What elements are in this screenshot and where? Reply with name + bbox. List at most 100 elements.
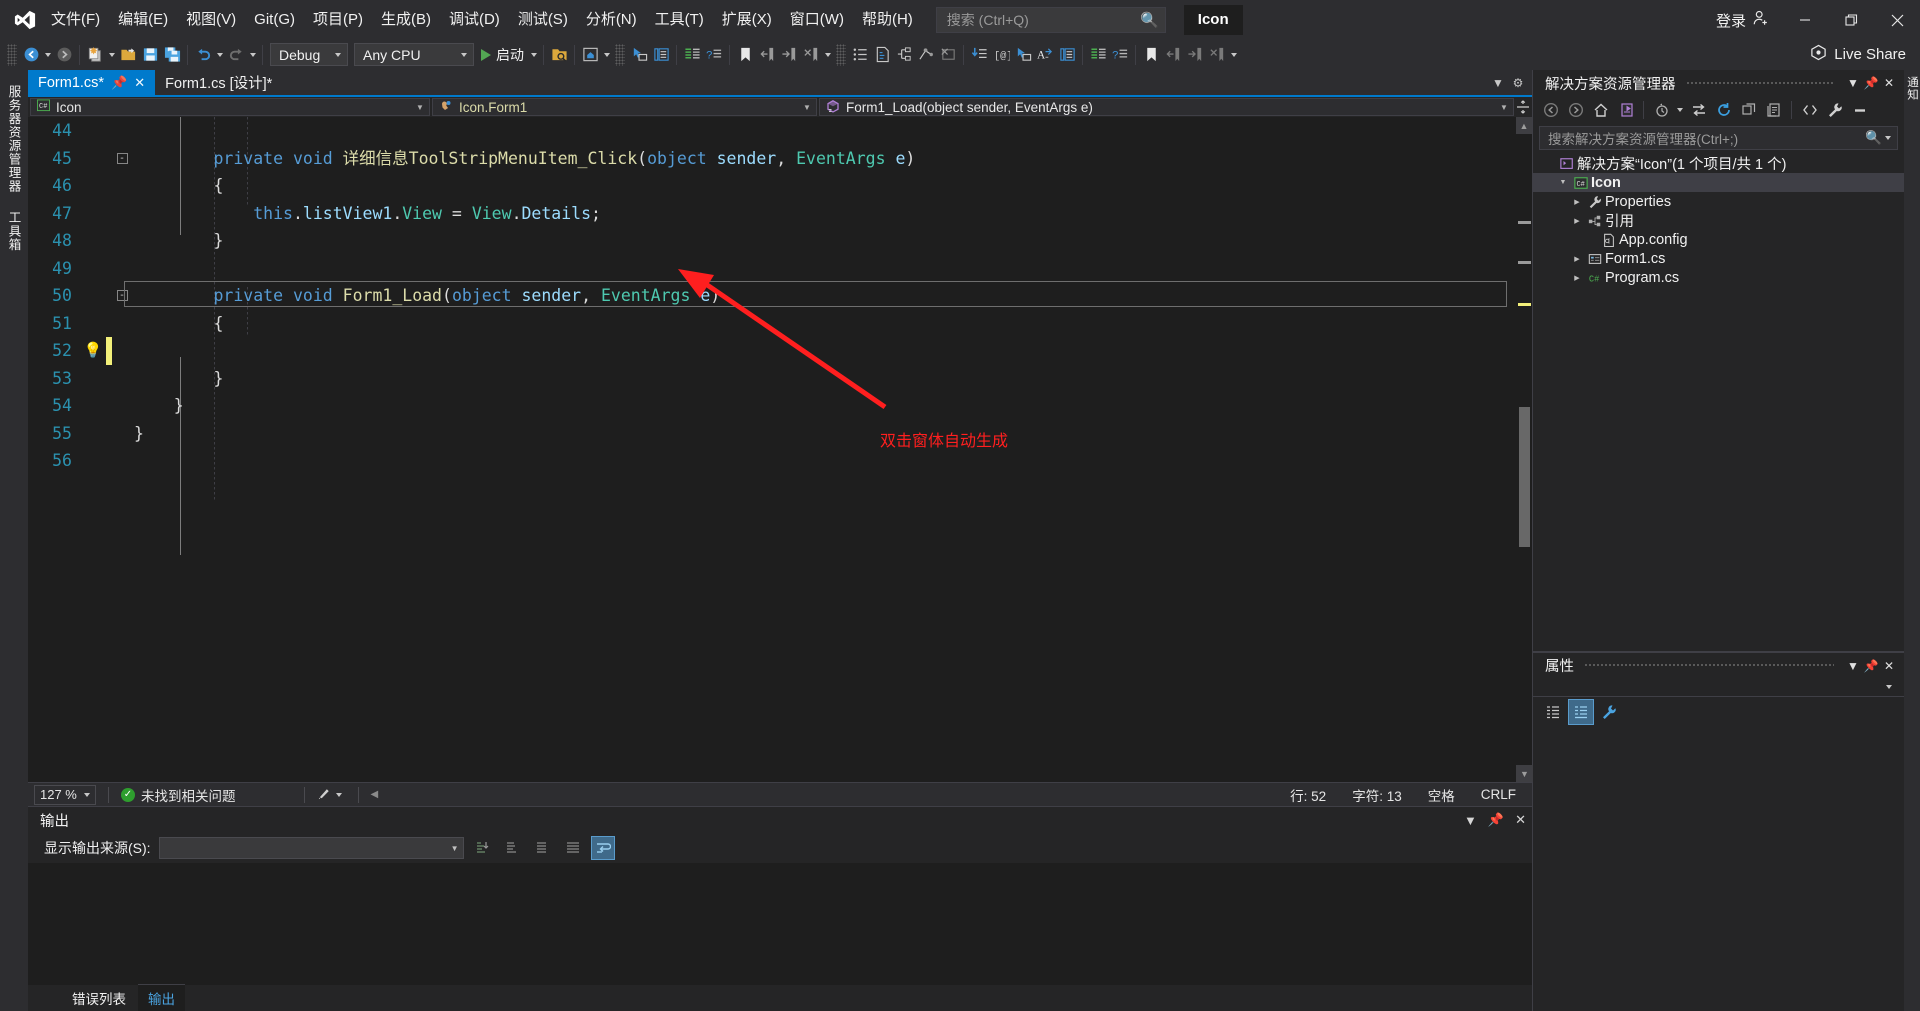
bookmark-overflow[interactable] bbox=[822, 43, 833, 67]
find-message-icon[interactable] bbox=[472, 837, 494, 859]
menu-item-analyze[interactable]: 分析(N) bbox=[577, 0, 646, 40]
navigate-forward-icon[interactable] bbox=[1564, 99, 1587, 122]
call-hierarchy-icon[interactable] bbox=[915, 43, 937, 67]
solution-tree[interactable]: 解决方案“Icon”(1 个项目/共 1 个) ▼ C# Icon ▶ Propertie… bbox=[1533, 154, 1904, 651]
collapse-left-icon[interactable]: ◀ bbox=[371, 789, 379, 800]
rail-tab-toolbox[interactable]: 工具箱 bbox=[1, 204, 27, 259]
menu-item-project[interactable]: 项目(P) bbox=[304, 0, 372, 40]
collapse-all-icon[interactable] bbox=[1737, 99, 1760, 122]
clear-bookmarks2-icon[interactable] bbox=[1206, 43, 1228, 67]
tree-item-form1.cs[interactable]: ▶ Form1.cs bbox=[1533, 249, 1904, 268]
tree-item-properties[interactable]: ▶ Properties bbox=[1533, 192, 1904, 211]
code-line[interactable]: 56 bbox=[28, 447, 1515, 475]
undo-icon[interactable] bbox=[192, 43, 214, 67]
tab-form1-cs-design[interactable]: Form1.cs [设计]* bbox=[155, 70, 283, 95]
previous-bookmark2-icon[interactable] bbox=[1162, 43, 1184, 67]
menu-item-help[interactable]: 帮助(H) bbox=[853, 0, 922, 40]
tree-item-program.cs[interactable]: ▶ C# Program.cs bbox=[1533, 268, 1904, 287]
pen-icon[interactable] bbox=[317, 786, 332, 804]
code-line[interactable]: 50 - private void Form1_Load(object sende… bbox=[28, 282, 1515, 310]
fold-toggle-icon[interactable]: - bbox=[112, 152, 132, 164]
pending-changes-icon[interactable] bbox=[1650, 99, 1673, 122]
object-browser-icon[interactable] bbox=[937, 43, 959, 67]
scroll-up-button[interactable]: ▲ bbox=[1516, 117, 1532, 134]
navbar-type-combo[interactable]: Icon.Form1 ▼ bbox=[432, 98, 817, 116]
toggle-bookmark2-icon[interactable] bbox=[1140, 43, 1162, 67]
format-document-icon[interactable]: A bbox=[1034, 43, 1056, 67]
navbar-member-combo[interactable]: Form1_Load(object sender, EventArgs e) ▼ bbox=[819, 98, 1514, 116]
home-icon[interactable] bbox=[1589, 99, 1612, 122]
scrollbar-thumb[interactable] bbox=[1519, 407, 1530, 547]
save-icon[interactable] bbox=[139, 43, 161, 67]
zoom-level-combo[interactable]: 127 % bbox=[34, 784, 96, 805]
alphabetical-icon[interactable] bbox=[1568, 698, 1594, 725]
tree-item-app.config[interactable]: App.config bbox=[1533, 230, 1904, 249]
tree-item-icon[interactable]: ▼ C# Icon bbox=[1533, 173, 1904, 192]
task-list-icon[interactable] bbox=[849, 43, 871, 67]
properties-pane-icon[interactable] bbox=[1056, 43, 1078, 67]
preview-icon[interactable] bbox=[1848, 99, 1871, 122]
line-endings-indicator[interactable]: CRLF bbox=[1481, 787, 1516, 802]
select-element-icon[interactable] bbox=[628, 43, 650, 67]
close-icon[interactable]: ✕ bbox=[1515, 812, 1526, 828]
chevron-expanded-icon[interactable]: ▼ bbox=[1555, 179, 1571, 186]
new-file-dropdown[interactable] bbox=[106, 43, 117, 67]
start-debug-button[interactable]: 启动 bbox=[477, 43, 528, 67]
menu-item-view[interactable]: 视图(V) bbox=[177, 0, 245, 40]
maximize-restore-button[interactable] bbox=[1828, 0, 1874, 40]
navigate-back-icon[interactable] bbox=[20, 43, 42, 67]
tab-error-list[interactable]: 错误列表 bbox=[62, 985, 136, 1011]
comment-selection-icon[interactable] bbox=[1087, 43, 1109, 67]
code-line[interactable]: 46 { bbox=[28, 172, 1515, 200]
indentation-indicator[interactable]: 空格 bbox=[1428, 785, 1455, 805]
clear-bookmarks-icon[interactable] bbox=[800, 43, 822, 67]
next-bookmark-icon[interactable] bbox=[778, 43, 800, 67]
chevron-down-icon[interactable]: ▼ bbox=[1844, 76, 1862, 90]
chevron-down-icon[interactable]: ▼ bbox=[1844, 659, 1862, 673]
menu-item-window[interactable]: 窗口(W) bbox=[781, 0, 853, 40]
undo-dropdown[interactable] bbox=[214, 43, 225, 67]
search-folder-icon[interactable] bbox=[548, 43, 570, 67]
tab-output[interactable]: 输出 bbox=[138, 984, 185, 1011]
close-icon[interactable]: ✕ bbox=[1880, 76, 1898, 90]
code-line[interactable]: 48 } bbox=[28, 227, 1515, 255]
next-bookmark2-icon[interactable] bbox=[1184, 43, 1206, 67]
split-view-icon[interactable] bbox=[1514, 97, 1532, 117]
toolbar-grip[interactable] bbox=[836, 43, 846, 66]
menu-item-git[interactable]: Git(G) bbox=[245, 0, 304, 40]
menu-item-debug[interactable]: 调试(D) bbox=[440, 0, 509, 40]
output-text-area[interactable] bbox=[28, 863, 1532, 985]
home-window-icon[interactable] bbox=[579, 43, 601, 67]
chevron-collapsed-icon[interactable]: ▶ bbox=[1569, 274, 1585, 282]
toolbar-grip[interactable] bbox=[615, 43, 625, 66]
minimize-button[interactable] bbox=[1782, 0, 1828, 40]
tree-item--icon-1-1-[interactable]: 解决方案“Icon”(1 个项目/共 1 个) bbox=[1533, 154, 1904, 173]
solution-explorer-search-input[interactable]: 搜索解决方案资源管理器(Ctrl+;) 🔍 bbox=[1539, 126, 1898, 150]
redo-dropdown[interactable] bbox=[247, 43, 258, 67]
editor-vertical-scrollbar[interactable]: ▲ ▼ bbox=[1515, 117, 1533, 782]
code-line[interactable]: 49 bbox=[28, 255, 1515, 283]
close-icon[interactable]: ✕ bbox=[1880, 659, 1898, 673]
uncomment-lines-icon[interactable]: ? bbox=[703, 43, 725, 67]
menu-item-test[interactable]: 测试(S) bbox=[509, 0, 577, 40]
properties-wrench-icon[interactable] bbox=[1597, 700, 1621, 724]
lightbulb-icon[interactable]: 💡 bbox=[80, 343, 106, 358]
solution-configuration-combo[interactable]: Debug bbox=[270, 43, 348, 66]
solution-platform-combo[interactable]: Any CPU bbox=[354, 43, 474, 66]
go-to-message-icon[interactable] bbox=[562, 837, 584, 859]
sign-in-button[interactable]: 登录 bbox=[1704, 9, 1782, 31]
search-input[interactable]: 搜索 (Ctrl+Q) 🔍 bbox=[935, 7, 1166, 33]
code-line[interactable]: 52 💡 bbox=[28, 337, 1515, 365]
output-source-combo[interactable]: ▼ bbox=[158, 837, 464, 859]
toggle-output-icon[interactable] bbox=[532, 837, 554, 859]
show-all-files-icon[interactable] bbox=[1762, 99, 1785, 122]
toolbar-overflow[interactable] bbox=[1228, 43, 1239, 67]
redo-icon[interactable] bbox=[225, 43, 247, 67]
start-debug-dropdown[interactable] bbox=[528, 43, 539, 67]
menu-item-tools[interactable]: 工具(T) bbox=[646, 0, 713, 40]
insert-snippet-icon[interactable] bbox=[968, 43, 990, 67]
code-editor[interactable]: 44 45 - private void 详细信息ToolStripMenuItem… bbox=[28, 117, 1515, 782]
tree-item--[interactable]: ▶ 引用 bbox=[1533, 211, 1904, 230]
chevron-collapsed-icon[interactable]: ▶ bbox=[1569, 198, 1585, 206]
new-document-icon[interactable] bbox=[871, 43, 893, 67]
